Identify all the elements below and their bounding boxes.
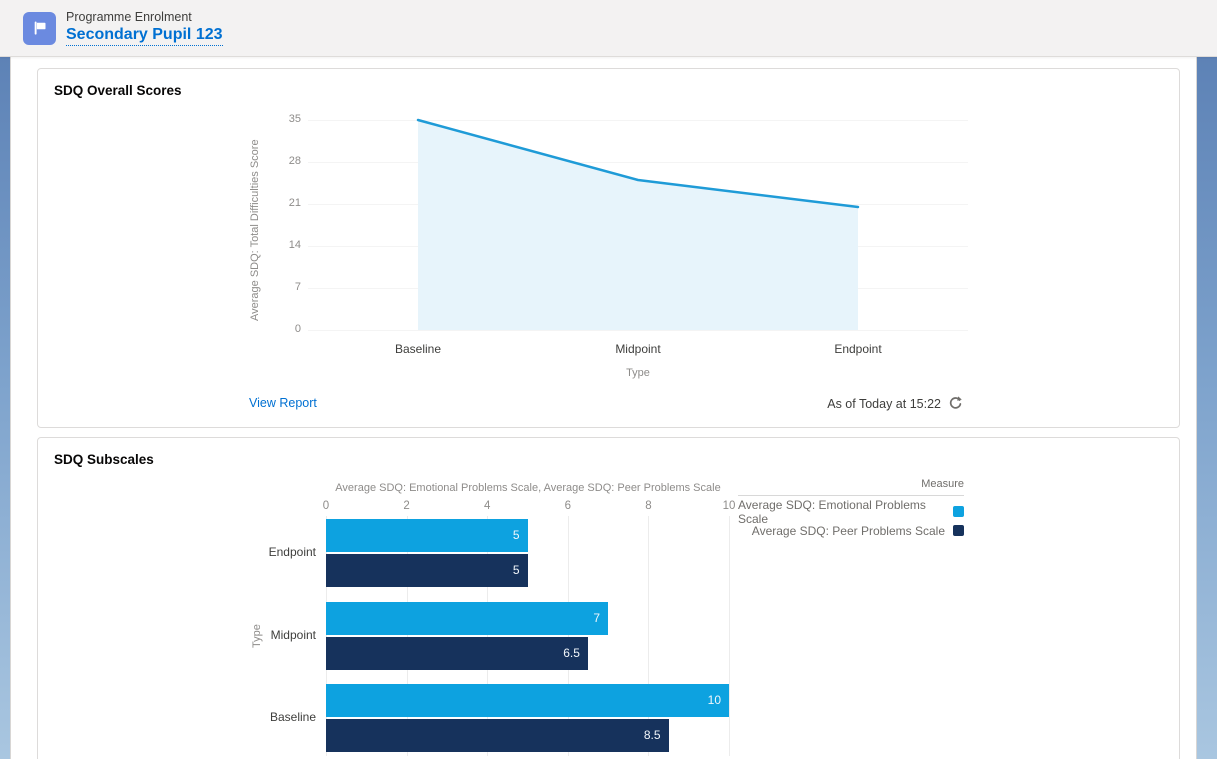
bar-endpoint-peer[interactable]: 5 (326, 554, 528, 587)
sdq-overall-scores-card: SDQ Overall Scores 0 7 14 21 28 35 Average SD… (37, 68, 1180, 428)
legend-title: Measure (738, 478, 964, 496)
sdq-subscales-card: SDQ Subscales Average SDQ: Emotional Pro… (37, 437, 1180, 759)
card-title: SDQ Subscales (54, 452, 154, 467)
refresh-icon[interactable] (948, 396, 962, 411)
category-label: Midpoint (270, 628, 316, 642)
x-tick-label: 4 (483, 500, 491, 512)
bar-value-label: 5 (512, 563, 520, 577)
bar-chart-axis-title: Average SDQ: Emotional Problems Scale, A… (335, 482, 721, 494)
programme-enrolment-flag-icon (23, 11, 56, 45)
background-strip-right (1196, 57, 1217, 759)
line-chart-y-axis-title: Average SDQ: Total Difficulties Score (249, 139, 261, 321)
x-category-label: Baseline (394, 342, 442, 356)
legend-swatch (953, 506, 964, 517)
y-tick-label: 28 (288, 155, 301, 167)
x-tick-label: 0 (322, 500, 330, 512)
category-label: Baseline (269, 710, 316, 724)
legend-entry: Average SDQ: Peer Problems Scale (738, 521, 964, 540)
bar-value-label: 5 (512, 528, 520, 542)
bar-chart-legend: Measure Average SDQ: Emotional Problems … (738, 478, 964, 540)
last-refresh-row: As of Today at 15:22 (827, 396, 962, 411)
content-right-edge (1196, 57, 1197, 759)
y-tick-label: 14 (288, 239, 301, 251)
view-report-link[interactable]: View Report (249, 396, 317, 410)
gridline (729, 516, 730, 756)
line-chart-x-axis-title: Type (626, 367, 650, 379)
bar-value-label: 8.5 (643, 728, 661, 742)
y-tick-label: 7 (294, 281, 301, 293)
y-tick-label: 21 (288, 197, 301, 209)
legend-entry: Average SDQ: Emotional Problems Scale (738, 498, 964, 526)
y-tick-label: 35 (288, 113, 301, 125)
legend-entry-label: Average SDQ: Emotional Problems Scale (738, 497, 926, 526)
legend-entry-label: Average SDQ: Peer Problems Scale (751, 523, 945, 538)
x-tick-label: 2 (403, 500, 410, 512)
bar-chart[interactable]: 5 5 7 6.5 10 8.5 (326, 516, 730, 756)
y-tick-label: 0 (294, 323, 301, 335)
x-category-label: Midpoint (615, 342, 661, 356)
record-title-link[interactable]: Secondary Pupil 123 (66, 25, 223, 47)
bar-value-label: 6.5 (563, 646, 580, 660)
as-of-timestamp: As of Today at 15:22 (827, 396, 941, 411)
x-category-label: Endpoint (834, 342, 882, 356)
category-label: Endpoint (268, 545, 316, 559)
flag-icon (34, 21, 45, 35)
background-strip-left (0, 57, 10, 759)
bar-midpoint-peer[interactable]: 6.5 (326, 637, 588, 670)
line-chart-area-fill (418, 120, 858, 330)
x-tick-label: 8 (645, 500, 652, 512)
legend-swatch (953, 525, 964, 536)
object-label: Programme Enrolment (66, 9, 192, 24)
bar-value-label: 7 (593, 611, 601, 625)
bar-value-label: 10 (707, 693, 721, 707)
bar-midpoint-emotional[interactable]: 7 (326, 602, 609, 635)
line-chart[interactable] (308, 111, 968, 331)
x-tick-label: 6 (564, 500, 571, 512)
record-header: Programme Enrolment Secondary Pupil 123 (0, 0, 1217, 57)
content-left-edge (10, 57, 11, 759)
card-title: SDQ Overall Scores (54, 83, 182, 98)
bar-endpoint-emotional[interactable]: 5 (326, 519, 528, 552)
bar-baseline-emotional[interactable]: 10 (326, 684, 729, 717)
bar-baseline-peer[interactable]: 8.5 (326, 719, 669, 752)
